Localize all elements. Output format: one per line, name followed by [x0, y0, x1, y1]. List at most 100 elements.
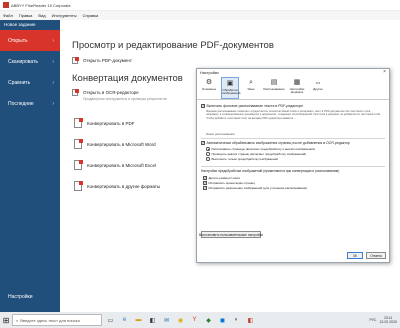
close-icon[interactable]: × [383, 69, 386, 75]
checkbox[interactable] [201, 103, 205, 108]
menu-edit[interactable]: Правка [19, 13, 33, 18]
format-icon: ▦ [293, 79, 301, 86]
open-pdf-row[interactable]: Открыть PDF-документ [72, 57, 132, 64]
open-ocr-row[interactable]: Открыть в OCR-редакторе [72, 89, 139, 96]
app-icon[interactable]: ◆ [203, 315, 214, 326]
finereader-icon[interactable]: ◧ [245, 315, 256, 326]
search-placeholder: Введите здесь текст для поиска [20, 317, 80, 323]
clock[interactable]: 23:11 13.02.2020 [379, 316, 397, 324]
checkbox[interactable] [203, 180, 207, 185]
radio[interactable] [206, 152, 210, 156]
windows-start-icon[interactable]: ⊞ [0, 312, 12, 328]
pdf-convert-icon [74, 118, 83, 128]
yandex-icon[interactable]: Y [189, 315, 200, 326]
option-recognize-pages[interactable]: Распознавать страницы (включает предобра… [206, 147, 315, 151]
task-view-icon[interactable]: ▭ [105, 315, 116, 326]
checkbox[interactable] [203, 185, 207, 190]
option-label: Проводить анализ страниц (включает предо… [211, 152, 307, 156]
convert-label: Конвертировать в другие форматы [87, 183, 161, 189]
convert-label: Конвертировать в Microsoft Word [87, 141, 156, 147]
chevron-right-icon: › [52, 100, 54, 107]
convert-label: Конвертировать в PDF [87, 120, 135, 126]
sidebar-item-label: Последние [8, 100, 34, 107]
other-convert-icon [74, 181, 83, 191]
split-spread-checkbox[interactable]: Делить разворот книги [203, 175, 240, 180]
tab-general[interactable]: ⚙ Основные [200, 77, 218, 99]
convert-excel-row[interactable]: Конвертировать в Microsoft Excel [74, 160, 156, 170]
chrome-icon[interactable]: ◉ [175, 315, 186, 326]
app-icon[interactable]: ◐ [231, 315, 242, 326]
sidebar-item-open[interactable]: Открыть › [0, 30, 60, 51]
system-tray: РУС 23:11 13.02.2020 [369, 312, 397, 328]
tab-label: Обработка изображений [222, 88, 241, 96]
app-icon[interactable]: ◼ [217, 315, 228, 326]
new-task-label: Новое задание [4, 22, 36, 27]
sidebar-item-recent[interactable]: Последние › [0, 93, 60, 114]
tab-recognition[interactable]: ▤ Распознавание [263, 77, 285, 99]
sidebar-item-compare[interactable]: Сравнить › [0, 72, 60, 93]
tab-other[interactable]: ••• Другие [309, 77, 327, 99]
checkbox[interactable] [203, 175, 207, 180]
file-explorer-icon[interactable]: ▬ [133, 315, 144, 326]
language-indicator[interactable]: РУС [369, 318, 376, 322]
settings-dialog: Настройки × ⚙ Основные ▣ Обработка изобр… [196, 68, 390, 263]
checkbox[interactable] [201, 140, 205, 145]
bg-recognition-label: Включить фоновое распознавание текста в … [206, 104, 304, 108]
sidebar-item-scan[interactable]: Сканировать › [0, 51, 60, 72]
store-icon[interactable]: ◧ [147, 315, 158, 326]
auto-processing-checkbox[interactable]: Автоматически обрабатывать изображения с… [201, 140, 350, 145]
option-analyze-pages[interactable]: Проводить анализ страниц (включает предо… [206, 152, 306, 156]
heading-view-edit-pdf: Просмотр и редактирование PDF-документов [72, 40, 274, 51]
tab-label: Язык [247, 87, 255, 91]
chevron-right-icon: › [52, 79, 54, 86]
date: 13.02.2020 [379, 320, 397, 324]
search-icon: ⌕ [16, 317, 19, 323]
bg-recognition-description: Фоновое распознавание позволяет осуществ… [206, 110, 381, 120]
more-icon: ••• [315, 80, 321, 85]
chevron-right-icon: › [52, 37, 54, 44]
convert-pdf-row[interactable]: Конвертировать в PDF [74, 118, 134, 128]
bg-recognition-checkbox[interactable]: Включить фоновое распознавание текста в … [201, 103, 304, 108]
mail-icon[interactable]: ✉ [161, 315, 172, 326]
ok-button[interactable]: ОК [347, 252, 363, 259]
tab-label: Настройки формата [289, 87, 305, 95]
image-icon: ▣ [226, 80, 234, 87]
chevron-right-icon: › [52, 58, 54, 65]
tab-label: Распознавание [263, 87, 285, 91]
recognition-languages-label: Языки распознавания: [206, 132, 236, 136]
app-logo-icon [3, 2, 9, 8]
title-bar: ABBYY FineReader 15 Corporate [0, 0, 400, 11]
tab-format-settings[interactable]: ▦ Настройки формата [288, 77, 306, 99]
option-preprocess-only[interactable]: Выполнять только предобработку изображен… [206, 157, 278, 161]
heading-convert: Конвертация документов [72, 73, 183, 84]
option-label: Исправлять ориентацию страниц [208, 181, 255, 185]
menu-file[interactable]: Файл [3, 13, 13, 18]
sidebar-item-label: Настройки [8, 294, 33, 300]
window-title: ABBYY FineReader 15 Corporate [11, 2, 71, 8]
preprocess-title: Настройки предобработки изображений (при… [201, 169, 340, 173]
sidebar-item-settings[interactable]: Настройки [0, 290, 60, 304]
menu-help[interactable]: Справка [83, 13, 99, 18]
open-ocr-subtitle: Продвинутые инструменты и проверка резул… [83, 97, 167, 101]
convert-word-row[interactable]: Конвертировать в Microsoft Word [74, 139, 156, 149]
menu-view[interactable]: Вид [38, 13, 45, 18]
taskbar-search[interactable]: ⌕ Введите здесь текст для поиска [12, 314, 102, 326]
tab-image-processing[interactable]: ▣ Обработка изображений [221, 77, 241, 99]
edge-icon[interactable]: e [119, 315, 130, 326]
auto-processing-label: Автоматически обрабатывать изображения с… [206, 141, 350, 145]
radio[interactable] [206, 157, 210, 161]
fix-orientation-checkbox[interactable]: Исправлять ориентацию страниц [203, 180, 255, 185]
tab-language[interactable]: ⌕ Язык [242, 77, 260, 99]
tab-label: Другие [313, 87, 323, 91]
cancel-button[interactable]: Отмена [366, 252, 386, 259]
divider [201, 138, 385, 139]
radio[interactable] [206, 147, 210, 151]
convert-other-row[interactable]: Конвертировать в другие форматы [74, 181, 160, 191]
excel-convert-icon [74, 160, 83, 170]
open-ocr-label: Открыть в OCR-редакторе [83, 90, 139, 95]
restore-settings-button[interactable]: Восстановить пользовательские настройки [199, 231, 263, 238]
menu-tools[interactable]: Инструменты [52, 13, 77, 18]
dialog-title: Настройки [200, 70, 219, 75]
tab-label: Основные [201, 87, 217, 91]
fix-resolution-checkbox[interactable]: Исправлять разрешение изображений (для у… [203, 185, 307, 190]
